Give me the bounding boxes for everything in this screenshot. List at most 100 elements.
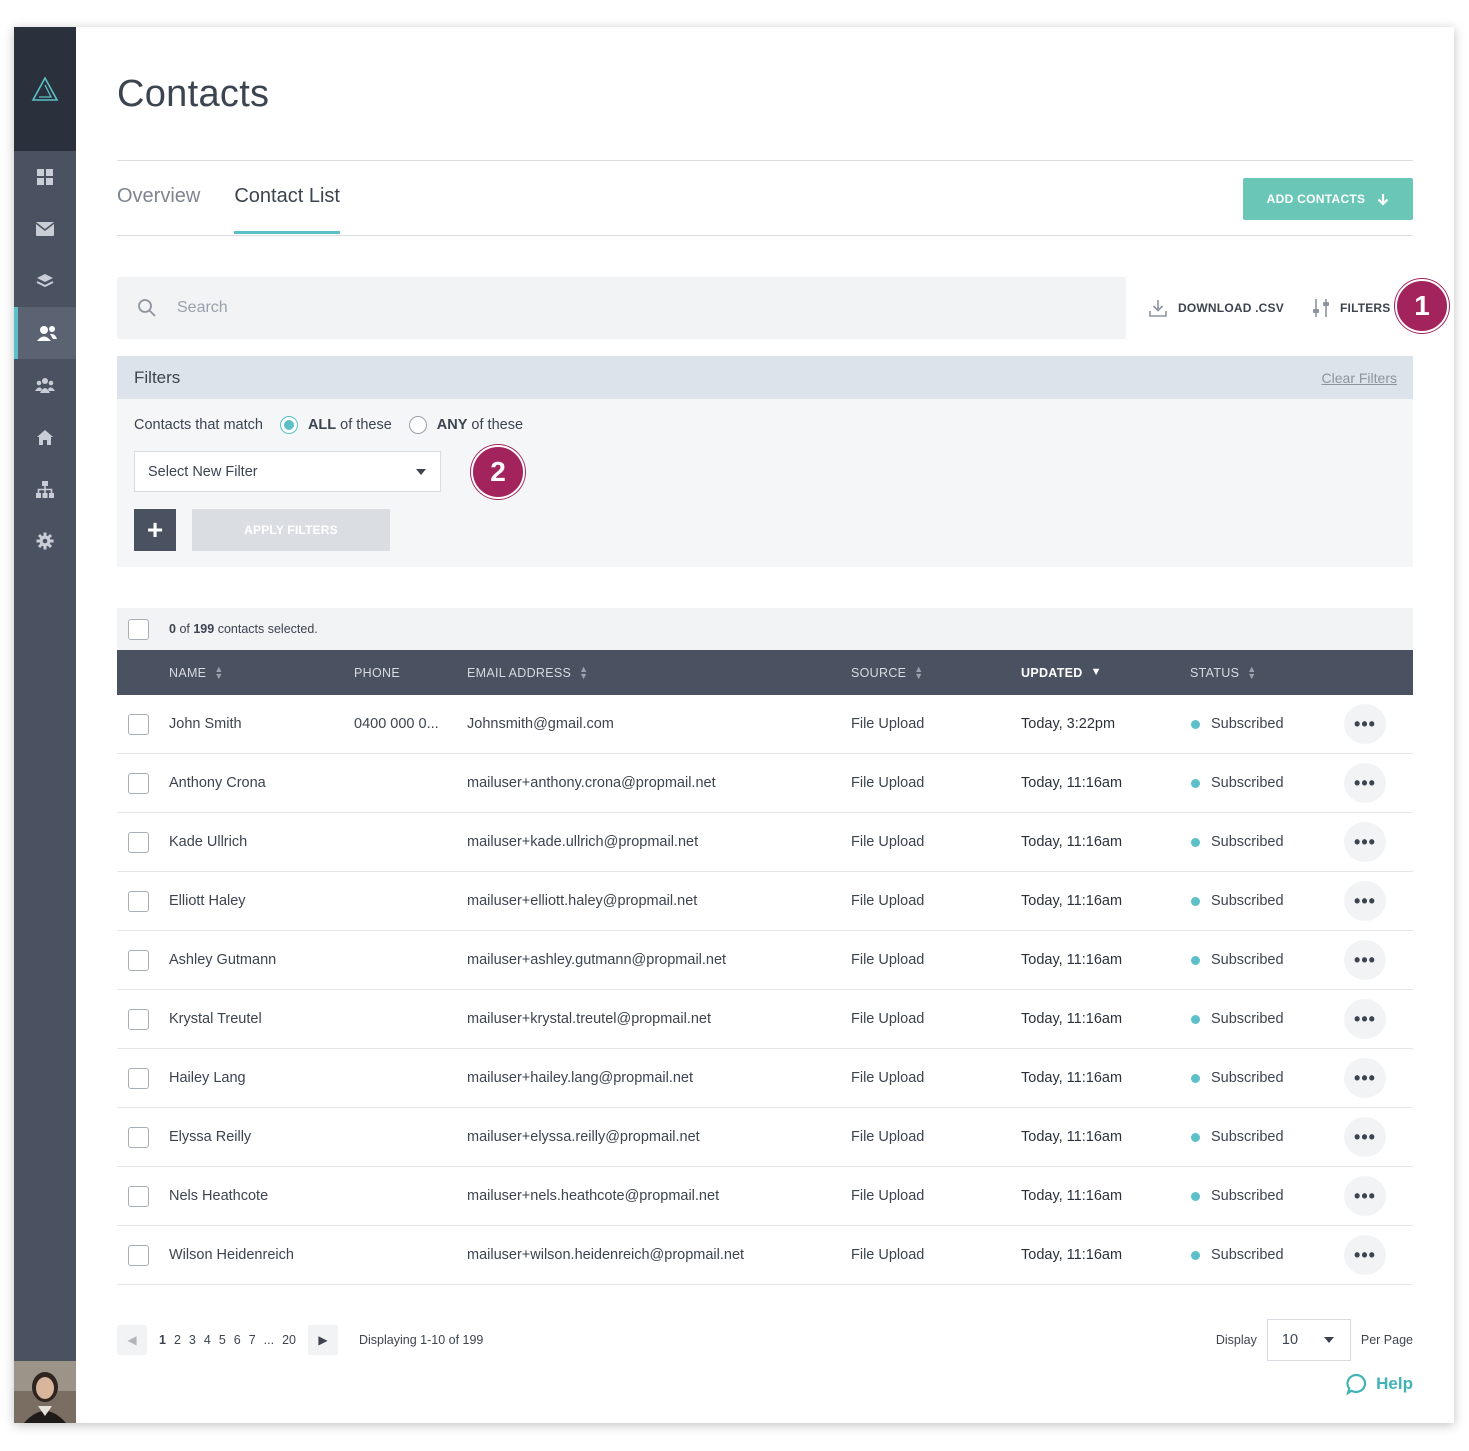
sidebar-item-contacts[interactable]: [14, 307, 76, 359]
table-row[interactable]: Elyssa Reilly mailuser+elyssa.reilly@prop…: [117, 1108, 1413, 1167]
sidebar-item-envelope[interactable]: [14, 203, 76, 255]
column-header-source[interactable]: SOURCE ▲ ▼: [851, 650, 924, 695]
row-actions-button[interactable]: •••: [1344, 763, 1386, 803]
row-checkbox[interactable]: [128, 1009, 149, 1030]
sidebar-item-layers[interactable]: [14, 255, 76, 307]
add-contacts-button[interactable]: ADD CONTACTS: [1243, 178, 1413, 220]
page-number[interactable]: 6: [234, 1333, 241, 1347]
row-checkbox[interactable]: [128, 773, 149, 794]
sidebar-item-sitemap[interactable]: [14, 463, 76, 515]
contact-name[interactable]: Krystal Treutel: [169, 990, 262, 1048]
displaying-summary: Displaying 1-10 of 199: [359, 1333, 484, 1347]
contact-name[interactable]: Elliott Haley: [169, 872, 246, 930]
contact-updated: Today, 11:16am: [1021, 775, 1123, 791]
row-checkbox[interactable]: [128, 832, 149, 853]
tab-overview[interactable]: Overview: [117, 185, 200, 234]
row-checkbox[interactable]: [128, 891, 149, 912]
row-checkbox[interactable]: [128, 1068, 149, 1089]
contact-email: mailuser+wilson.heidenreich@propmail.net: [467, 1247, 745, 1263]
sidebar-item-home[interactable]: [14, 411, 76, 463]
row-actions-button[interactable]: •••: [1344, 704, 1386, 744]
search-icon: [138, 299, 156, 317]
per-page-select[interactable]: 10: [1266, 1319, 1351, 1361]
table-row[interactable]: Kade Ullrich mailuser+kade.ullrich@propma…: [117, 813, 1413, 872]
help-button[interactable]: Help: [1346, 1373, 1413, 1395]
row-checkbox[interactable]: [128, 1245, 149, 1266]
table-body: John Smith 0400 000 0... Johnsmith@gmail.c…: [117, 695, 1413, 1285]
sidebar-item-group[interactable]: [14, 359, 76, 411]
next-page-button[interactable]: ▶: [308, 1325, 338, 1355]
table-row[interactable]: John Smith 0400 000 0... Johnsmith@gmail.c…: [117, 695, 1413, 754]
contact-name[interactable]: Nels Heathcote: [169, 1167, 268, 1225]
tab-contact-list[interactable]: Contact List: [234, 185, 340, 234]
user-avatar[interactable]: [14, 1361, 76, 1423]
download-csv-button[interactable]: DOWNLOAD .CSV: [1148, 298, 1284, 318]
total-count: 199: [193, 622, 215, 636]
contact-status: Subscribed: [1191, 695, 1284, 753]
row-actions-button[interactable]: •••: [1344, 1176, 1386, 1216]
page-number[interactable]: 4: [204, 1333, 211, 1347]
row-checkbox[interactable]: [128, 1127, 149, 1148]
row-checkbox[interactable]: [128, 950, 149, 971]
contact-name[interactable]: Hailey Lang: [169, 1049, 246, 1107]
row-actions-button[interactable]: •••: [1344, 1235, 1386, 1275]
page-number[interactable]: 1: [159, 1333, 166, 1347]
table-row[interactable]: Nels Heathcote mailuser+nels.heathcote@pr…: [117, 1167, 1413, 1226]
contact-name[interactable]: Kade Ullrich: [169, 813, 247, 871]
match-any-label[interactable]: ANY of these: [437, 417, 523, 433]
app-logo[interactable]: [14, 27, 76, 151]
row-actions-button[interactable]: •••: [1344, 822, 1386, 862]
contact-name[interactable]: Ashley Gutmann: [169, 931, 276, 989]
download-csv-label: DOWNLOAD .CSV: [1178, 301, 1284, 315]
contact-source: File Upload: [851, 1011, 925, 1027]
match-all-radio[interactable]: [279, 416, 298, 434]
row-checkbox[interactable]: [128, 714, 149, 735]
table-row[interactable]: Krystal Treutel mailuser+krystal.treutel@…: [117, 990, 1413, 1049]
search-input[interactable]: [177, 299, 1077, 317]
user-photo: [14, 1361, 76, 1423]
row-actions-button[interactable]: •••: [1344, 999, 1386, 1039]
select-new-filter-dropdown[interactable]: Select New Filter: [134, 451, 441, 492]
match-all-label[interactable]: ALL of these: [308, 417, 392, 433]
clear-filters-link[interactable]: Clear Filters: [1322, 370, 1397, 386]
table-row[interactable]: Ashley Gutmann mailuser+ashley.gutmann@pr…: [117, 931, 1413, 990]
page-number[interactable]: 2: [174, 1333, 181, 1347]
page-number[interactable]: 5: [219, 1333, 226, 1347]
contact-email: mailuser+kade.ullrich@propmail.net: [467, 834, 699, 850]
row-actions-button[interactable]: •••: [1344, 1117, 1386, 1157]
add-filter-button[interactable]: +: [134, 509, 176, 551]
status-label: Subscribed: [1211, 716, 1284, 732]
page-number[interactable]: 20: [282, 1333, 296, 1347]
table-row[interactable]: Elliott Haley mailuser+elliott.haley@prop…: [117, 872, 1413, 931]
table-row[interactable]: Hailey Lang mailuser+hailey.lang@propmail…: [117, 1049, 1413, 1108]
pagination: ◀ 1 2 3 4 5 6 7... 20 ▶ Displaying 1-10 of 199: [117, 1324, 483, 1356]
column-header-status[interactable]: STATUS ▲ ▼: [1190, 650, 1256, 695]
contact-name[interactable]: Anthony Crona: [169, 754, 266, 812]
contact-name[interactable]: Wilson Heidenreich: [169, 1226, 294, 1284]
sidebar-item-dashboard-grid[interactable]: [14, 151, 76, 203]
contact-name[interactable]: Elyssa Reilly: [169, 1108, 251, 1166]
row-actions-button[interactable]: •••: [1344, 940, 1386, 980]
contact-source: File Upload: [851, 716, 925, 732]
table-row[interactable]: Wilson Heidenreich mailuser+wilson.heiden…: [117, 1226, 1413, 1285]
contact-name[interactable]: John Smith: [169, 695, 242, 753]
row-checkbox[interactable]: [128, 1186, 149, 1207]
prev-page-button[interactable]: ◀: [117, 1325, 147, 1355]
page-number[interactable]: 7: [249, 1333, 256, 1347]
column-header-updated[interactable]: UPDATED ▼: [1021, 650, 1102, 695]
column-header-name[interactable]: NAME ▲ ▼: [169, 650, 224, 695]
sliders-icon: [1313, 299, 1329, 317]
page-number[interactable]: 3: [189, 1333, 196, 1347]
more-dots-icon: •••: [1354, 949, 1376, 970]
table-row[interactable]: Anthony Crona mailuser+anthony.crona@prop…: [117, 754, 1413, 813]
select-all-checkbox[interactable]: [128, 618, 149, 640]
arrow-down-icon: [1378, 193, 1389, 206]
filters-button[interactable]: FILTERS: [1312, 298, 1391, 318]
column-header-email[interactable]: EMAIL ADDRESS ▲ ▼: [467, 650, 588, 695]
match-any-radio[interactable]: [408, 416, 427, 434]
sitemap-icon: [36, 480, 54, 498]
apply-filters-button[interactable]: APPLY FILTERS: [192, 509, 390, 551]
row-actions-button[interactable]: •••: [1344, 1058, 1386, 1098]
row-actions-button[interactable]: •••: [1344, 881, 1386, 921]
sidebar-item-gear[interactable]: [14, 515, 76, 567]
